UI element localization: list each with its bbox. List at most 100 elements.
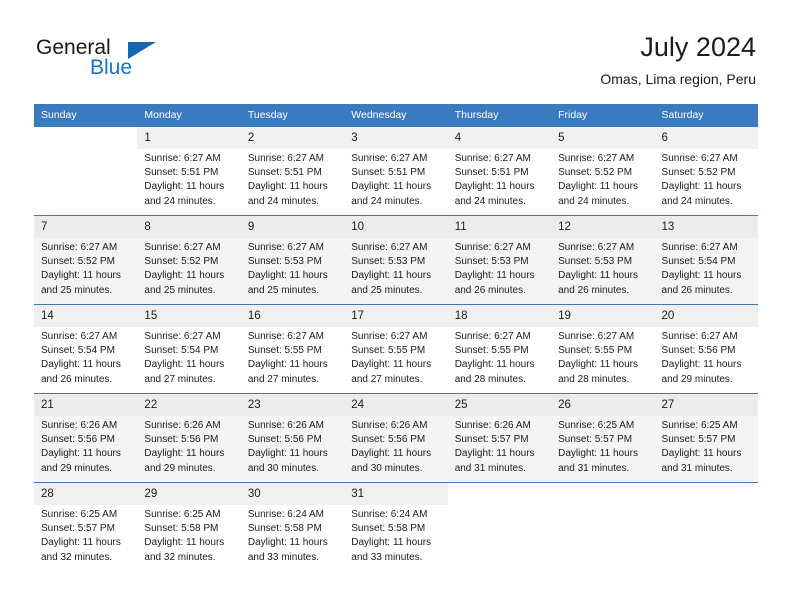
calendar-day-cell[interactable]: 9 Sunrise: 6:27 AM Sunset: 5:53 PM Daylight… bbox=[240, 215, 345, 305]
daylight-text-line1: Daylight: 11 hours bbox=[41, 359, 121, 371]
day-number: 15 bbox=[137, 305, 241, 327]
weekday-header-tuesday: Tuesday bbox=[240, 104, 345, 127]
calendar-day-cell[interactable]: 15 Sunrise: 6:27 AM Sunset: 5:54 PM Dayligh… bbox=[137, 304, 241, 394]
calendar-day-cell[interactable]: 17 Sunrise: 6:27 AM Sunset: 5:55 PM Dayligh… bbox=[344, 304, 448, 394]
sun-info: Sunrise: 6:27 AM Sunset: 5:55 PM Daylight:… bbox=[551, 327, 654, 387]
daylight-text-line2: and 25 minutes. bbox=[247, 284, 320, 296]
calendar-day-cell[interactable]: 29 Sunrise: 6:25 AM Sunset: 5:58 PM Dayligh… bbox=[137, 482, 241, 572]
day-cell-inner: 20 Sunrise: 6:27 AM Sunset: 5:56 PM Dayligh… bbox=[654, 305, 758, 393]
sunset-text: Sunset: 5:53 PM bbox=[454, 256, 529, 268]
daylight-text-line1: Daylight: 11 hours bbox=[247, 270, 328, 282]
daylight-text-line2: and 25 minutes. bbox=[351, 284, 423, 296]
sunrise-text: Sunrise: 6:27 AM bbox=[454, 242, 531, 253]
sunset-text: Sunset: 5:54 PM bbox=[144, 345, 219, 357]
calendar-day-cell[interactable]: 8 Sunrise: 6:27 AM Sunset: 5:52 PM Daylight… bbox=[137, 215, 241, 305]
daylight-text-line1: Daylight: 11 hours bbox=[558, 270, 638, 282]
sunrise-text: Sunrise: 6:26 AM bbox=[351, 420, 428, 431]
sunset-text: Sunset: 5:54 PM bbox=[41, 345, 115, 357]
location-subtitle: Omas, Lima region, Peru bbox=[600, 71, 756, 87]
sunrise-text: Sunrise: 6:27 AM bbox=[661, 331, 738, 342]
daylight-text-line2: and 26 minutes. bbox=[558, 284, 630, 296]
daylight-text-line2: and 28 minutes. bbox=[454, 373, 526, 385]
sunrise-text: Sunrise: 6:27 AM bbox=[454, 331, 531, 342]
daylight-text-line2: and 27 minutes. bbox=[351, 373, 423, 385]
day-cell-inner: 19 Sunrise: 6:27 AM Sunset: 5:55 PM Dayligh… bbox=[551, 305, 655, 393]
day-number: 27 bbox=[654, 394, 758, 416]
calendar-day-cell[interactable]: 19 Sunrise: 6:27 AM Sunset: 5:55 PM Dayligh… bbox=[551, 304, 655, 394]
day-number: 11 bbox=[447, 216, 552, 238]
calendar-day-cell[interactable]: 14 Sunrise: 6:27 AM Sunset: 5:54 PM Dayligh… bbox=[34, 304, 138, 394]
day-cell-inner: 14 Sunrise: 6:27 AM Sunset: 5:54 PM Dayligh… bbox=[34, 305, 138, 393]
sun-info: Sunrise: 6:27 AM Sunset: 5:52 PM Daylight:… bbox=[551, 149, 654, 209]
calendar-day-cell[interactable]: 2 Sunrise: 6:27 AM Sunset: 5:51 PM Daylight… bbox=[240, 126, 345, 216]
day-cell-inner: 8 Sunrise: 6:27 AM Sunset: 5:52 PM Daylight… bbox=[137, 216, 241, 304]
calendar-day-cell[interactable]: 10 Sunrise: 6:27 AM Sunset: 5:53 PM Dayligh… bbox=[344, 215, 448, 305]
calendar-day-cell[interactable]: 13 Sunrise: 6:27 AM Sunset: 5:54 PM Dayligh… bbox=[654, 215, 758, 305]
sunset-text: Sunset: 5:55 PM bbox=[454, 345, 529, 357]
day-cell-inner: 10 Sunrise: 6:27 AM Sunset: 5:53 PM Dayligh… bbox=[344, 216, 448, 304]
daylight-text-line1: Daylight: 11 hours bbox=[247, 359, 328, 371]
calendar-day-cell[interactable]: 4 Sunrise: 6:27 AM Sunset: 5:51 PM Daylight… bbox=[447, 126, 552, 216]
weekday-header-monday: Monday bbox=[137, 104, 241, 127]
calendar-day-cell[interactable]: 26 Sunrise: 6:25 AM Sunset: 5:57 PM Dayligh… bbox=[551, 393, 655, 483]
day-number: 6 bbox=[654, 127, 758, 149]
day-number: 4 bbox=[447, 127, 552, 149]
calendar-day-cell[interactable]: 30 Sunrise: 6:24 AM Sunset: 5:58 PM Dayligh… bbox=[240, 482, 345, 572]
calendar-day-cell[interactable]: 1 Sunrise: 6:27 AM Sunset: 5:51 PM Daylight… bbox=[137, 126, 241, 216]
calendar-day-cell[interactable]: 20 Sunrise: 6:27 AM Sunset: 5:56 PM Dayligh… bbox=[654, 304, 758, 394]
calendar-day-cell[interactable]: 3 Sunrise: 6:27 AM Sunset: 5:51 PM Daylight… bbox=[344, 126, 448, 216]
sun-info: Sunrise: 6:25 AM Sunset: 5:57 PM Daylight:… bbox=[551, 416, 654, 476]
sunrise-text: Sunrise: 6:27 AM bbox=[247, 331, 324, 342]
calendar-day-cell[interactable]: 21 Sunrise: 6:26 AM Sunset: 5:56 PM Dayligh… bbox=[34, 393, 138, 483]
sunset-text: Sunset: 5:52 PM bbox=[661, 167, 736, 179]
daylight-text-line2: and 25 minutes. bbox=[144, 284, 216, 296]
sunset-text: Sunset: 5:55 PM bbox=[351, 345, 426, 357]
calendar-day-cell[interactable]: 22 Sunrise: 6:26 AM Sunset: 5:56 PM Dayligh… bbox=[137, 393, 241, 483]
calendar-day-cell[interactable]: 7 Sunrise: 6:27 AM Sunset: 5:52 PM Daylight… bbox=[34, 215, 138, 305]
calendar-day-cell[interactable]: 27 Sunrise: 6:25 AM Sunset: 5:57 PM Dayligh… bbox=[654, 393, 758, 483]
daylight-text-line1: Daylight: 11 hours bbox=[144, 270, 225, 282]
calendar-day-cell[interactable]: 5 Sunrise: 6:27 AM Sunset: 5:52 PM Daylight… bbox=[551, 126, 655, 216]
day-cell-inner: 11 Sunrise: 6:27 AM Sunset: 5:53 PM Dayligh… bbox=[447, 216, 552, 304]
day-number: 14 bbox=[34, 305, 138, 327]
calendar-day-cell[interactable]: 24 Sunrise: 6:26 AM Sunset: 5:56 PM Dayligh… bbox=[344, 393, 448, 483]
day-number: 7 bbox=[34, 216, 138, 238]
day-cell-inner: 7 Sunrise: 6:27 AM Sunset: 5:52 PM Daylight… bbox=[34, 216, 138, 304]
sun-info: Sunrise: 6:27 AM Sunset: 5:56 PM Daylight:… bbox=[655, 327, 758, 387]
sunrise-text: Sunrise: 6:25 AM bbox=[144, 509, 221, 520]
calendar-day-cell[interactable]: 11 Sunrise: 6:27 AM Sunset: 5:53 PM Dayligh… bbox=[447, 215, 552, 305]
calendar-day-cell[interactable]: 28 Sunrise: 6:25 AM Sunset: 5:57 PM Dayligh… bbox=[34, 482, 138, 572]
day-number: 24 bbox=[344, 394, 448, 416]
day-number: 18 bbox=[447, 305, 552, 327]
calendar-day-cell[interactable]: 16 Sunrise: 6:27 AM Sunset: 5:55 PM Dayligh… bbox=[240, 304, 345, 394]
day-cell-inner: 30 Sunrise: 6:24 AM Sunset: 5:58 PM Dayligh… bbox=[240, 483, 345, 572]
calendar-day-cell[interactable]: 31 Sunrise: 6:24 AM Sunset: 5:58 PM Dayligh… bbox=[344, 482, 448, 572]
daylight-text-line1: Daylight: 11 hours bbox=[41, 448, 121, 460]
sun-info: Sunrise: 6:27 AM Sunset: 5:54 PM Daylight:… bbox=[137, 327, 240, 387]
daylight-text-line1: Daylight: 11 hours bbox=[144, 537, 225, 549]
sunset-text: Sunset: 5:52 PM bbox=[558, 167, 633, 179]
calendar-day-cell[interactable]: 6 Sunrise: 6:27 AM Sunset: 5:52 PM Daylight… bbox=[654, 126, 758, 216]
daylight-text-line2: and 27 minutes. bbox=[247, 373, 320, 385]
sunset-text: Sunset: 5:51 PM bbox=[351, 167, 426, 179]
calendar-day-cell[interactable]: 25 Sunrise: 6:26 AM Sunset: 5:57 PM Dayligh… bbox=[447, 393, 552, 483]
day-number bbox=[655, 483, 758, 505]
weekday-header-thursday: Thursday bbox=[447, 104, 552, 127]
day-cell-inner: 29 Sunrise: 6:25 AM Sunset: 5:58 PM Dayligh… bbox=[137, 483, 241, 572]
sun-info: Sunrise: 6:27 AM Sunset: 5:51 PM Daylight:… bbox=[344, 149, 447, 209]
sunset-text: Sunset: 5:57 PM bbox=[558, 434, 633, 446]
day-number: 9 bbox=[240, 216, 345, 238]
sun-info: Sunrise: 6:26 AM Sunset: 5:56 PM Daylight:… bbox=[344, 416, 447, 476]
day-cell-inner: 5 Sunrise: 6:27 AM Sunset: 5:52 PM Daylight… bbox=[551, 127, 655, 215]
daylight-text-line1: Daylight: 11 hours bbox=[454, 181, 535, 193]
calendar-day-cell-empty bbox=[551, 482, 655, 572]
calendar-day-cell[interactable]: 18 Sunrise: 6:27 AM Sunset: 5:55 PM Dayligh… bbox=[447, 304, 552, 394]
sun-info: Sunrise: 6:27 AM Sunset: 5:55 PM Daylight:… bbox=[241, 327, 344, 387]
day-number: 25 bbox=[447, 394, 552, 416]
sunrise-text: Sunrise: 6:26 AM bbox=[144, 420, 221, 431]
calendar-day-cell[interactable]: 23 Sunrise: 6:26 AM Sunset: 5:56 PM Dayligh… bbox=[240, 393, 345, 483]
calendar-day-cell[interactable]: 12 Sunrise: 6:27 AM Sunset: 5:53 PM Dayligh… bbox=[551, 215, 655, 305]
day-number bbox=[551, 483, 654, 505]
general-blue-logo[interactable]: General Blue bbox=[36, 36, 216, 86]
sunset-text: Sunset: 5:56 PM bbox=[41, 434, 115, 446]
